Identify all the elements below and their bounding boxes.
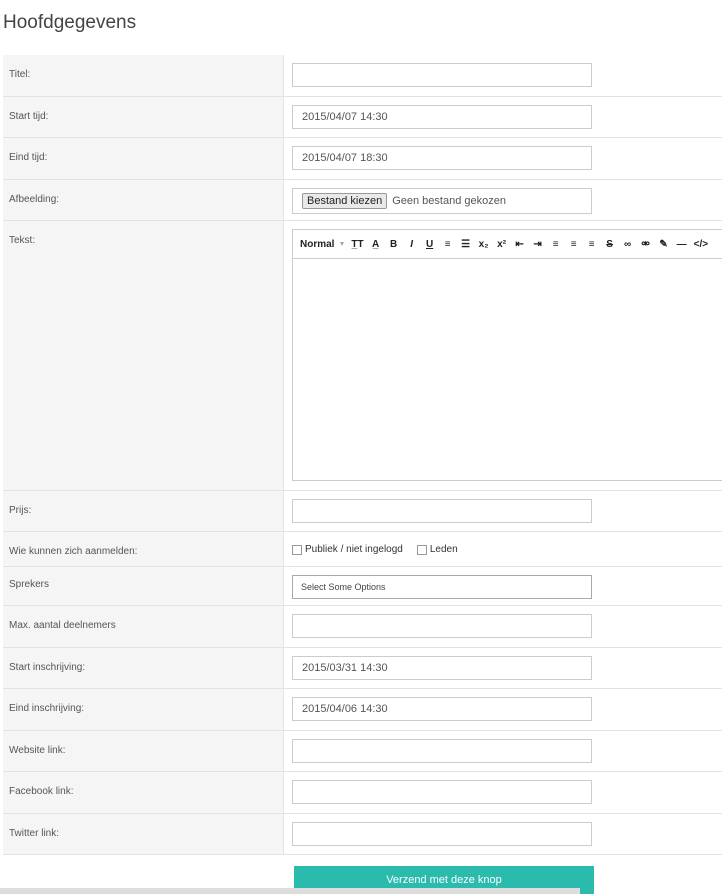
- unlink-icon[interactable]: ⚮: [640, 239, 652, 250]
- file-status: Geen bestand gekozen: [392, 195, 506, 207]
- align-left-icon[interactable]: ≡: [550, 239, 562, 250]
- eind-tijd-input[interactable]: [292, 146, 592, 170]
- field-label: Tekst:: [3, 221, 284, 490]
- eind-inschrijving-input[interactable]: [292, 697, 592, 721]
- editor-toolbar: Normal ▼ T̲T A̲ B I U ≡ ☰ x₂ x² ⇤ ⇥ ≡ ≡ …: [293, 230, 722, 259]
- row-tekst: Tekst: Normal ▼ T̲T A̲ B I U ≡ ☰ x₂ x² ⇤…: [3, 221, 722, 491]
- underline-icon[interactable]: U: [424, 239, 436, 250]
- row-eind-tijd: Eind tijd:: [3, 138, 722, 180]
- row-titel: Titel:: [3, 55, 722, 97]
- field-label: Afbeelding:: [3, 180, 284, 220]
- field-label: Website link:: [3, 731, 284, 771]
- eraser-icon[interactable]: ✎: [658, 239, 670, 250]
- page-title: Hoofdgegevens: [3, 12, 137, 33]
- italic-icon[interactable]: I: [406, 239, 418, 250]
- row-eind-inschrijving: Eind inschrijving:: [3, 689, 722, 731]
- row-sprekers: Sprekers Select Some Options: [3, 567, 722, 606]
- field-label: Eind inschrijving:: [3, 689, 284, 730]
- choose-file-button[interactable]: Bestand kiezen: [302, 193, 388, 209]
- strikethrough-icon[interactable]: S: [604, 239, 616, 250]
- row-start-inschrijving: Start inschrijving:: [3, 648, 722, 689]
- row-facebook: Facebook link:: [3, 772, 722, 814]
- bold-icon[interactable]: B: [388, 239, 400, 250]
- row-start-tijd: Start tijd:: [3, 97, 722, 138]
- code-icon[interactable]: </>: [694, 239, 708, 250]
- field-label: Twitter link:: [3, 814, 284, 854]
- align-right-icon[interactable]: ≡: [586, 239, 598, 250]
- indent-icon[interactable]: ⇥: [532, 239, 544, 250]
- prijs-input[interactable]: [292, 499, 592, 523]
- font-color-icon[interactable]: A̲: [370, 239, 382, 250]
- field-label: Facebook link:: [3, 772, 284, 813]
- ordered-list-icon[interactable]: ≡: [442, 239, 454, 250]
- superscript-icon[interactable]: x²: [496, 239, 508, 250]
- field-label: Sprekers: [3, 567, 284, 605]
- publiek-checkbox[interactable]: Publiek / niet ingelogd: [292, 544, 403, 555]
- leden-checkbox[interactable]: Leden: [416, 544, 458, 555]
- font-size-icon[interactable]: T̲T: [351, 239, 363, 250]
- checkbox-icon: [416, 544, 427, 555]
- unordered-list-icon[interactable]: ☰: [460, 239, 472, 250]
- audience-checkboxes: Publiek / niet ingelogd Leden: [292, 540, 722, 555]
- row-prijs: Prijs:: [3, 491, 722, 532]
- subscript-icon[interactable]: x₂: [478, 239, 490, 250]
- titel-input[interactable]: [292, 63, 592, 87]
- row-afbeelding: Afbeelding: Bestand kiezen Geen bestand …: [3, 180, 722, 221]
- field-label: Start inschrijving:: [3, 648, 284, 688]
- checkbox-label: Leden: [429, 544, 458, 555]
- form-table: Titel: Start tijd: Eind tijd: Afbeelding…: [3, 55, 722, 855]
- field-label: Wie kunnen zich aanmelden:: [3, 532, 284, 566]
- row-website: Website link:: [3, 731, 722, 772]
- rich-text-editor: Normal ▼ T̲T A̲ B I U ≡ ☰ x₂ x² ⇤ ⇥ ≡ ≡ …: [292, 229, 722, 481]
- horizontal-rule-icon[interactable]: —: [676, 239, 688, 250]
- facebook-link-input[interactable]: [292, 780, 592, 804]
- file-input: Bestand kiezen Geen bestand gekozen: [292, 188, 592, 214]
- chevron-down-icon: ▼: [338, 240, 346, 248]
- align-center-icon[interactable]: ≡: [568, 239, 580, 250]
- row-aanmelden: Wie kunnen zich aanmelden: Publiek / nie…: [3, 532, 722, 567]
- field-label: Titel:: [3, 55, 284, 96]
- twitter-link-input[interactable]: [292, 822, 592, 846]
- field-label: Max. aantal deelnemers: [3, 606, 284, 647]
- row-max-deelnemers: Max. aantal deelnemers: [3, 606, 722, 648]
- start-tijd-input[interactable]: [292, 105, 592, 129]
- horizontal-scrollbar[interactable]: [0, 888, 580, 894]
- field-label: Eind tijd:: [3, 138, 284, 179]
- checkbox-icon: [292, 544, 302, 555]
- format-select[interactable]: Normal: [300, 239, 334, 250]
- link-icon[interactable]: ∞: [622, 239, 634, 250]
- field-label: Prijs:: [3, 491, 284, 531]
- checkbox-label: Publiek / niet ingelogd: [305, 544, 403, 555]
- start-inschrijving-input[interactable]: [292, 656, 592, 680]
- field-label: Start tijd:: [3, 97, 284, 137]
- sprekers-select[interactable]: Select Some Options: [292, 575, 592, 599]
- max-deelnemers-input[interactable]: [292, 614, 592, 638]
- editor-content[interactable]: [293, 259, 722, 481]
- outdent-icon[interactable]: ⇤: [514, 239, 526, 250]
- website-link-input[interactable]: [292, 739, 592, 763]
- row-twitter: Twitter link:: [3, 814, 722, 855]
